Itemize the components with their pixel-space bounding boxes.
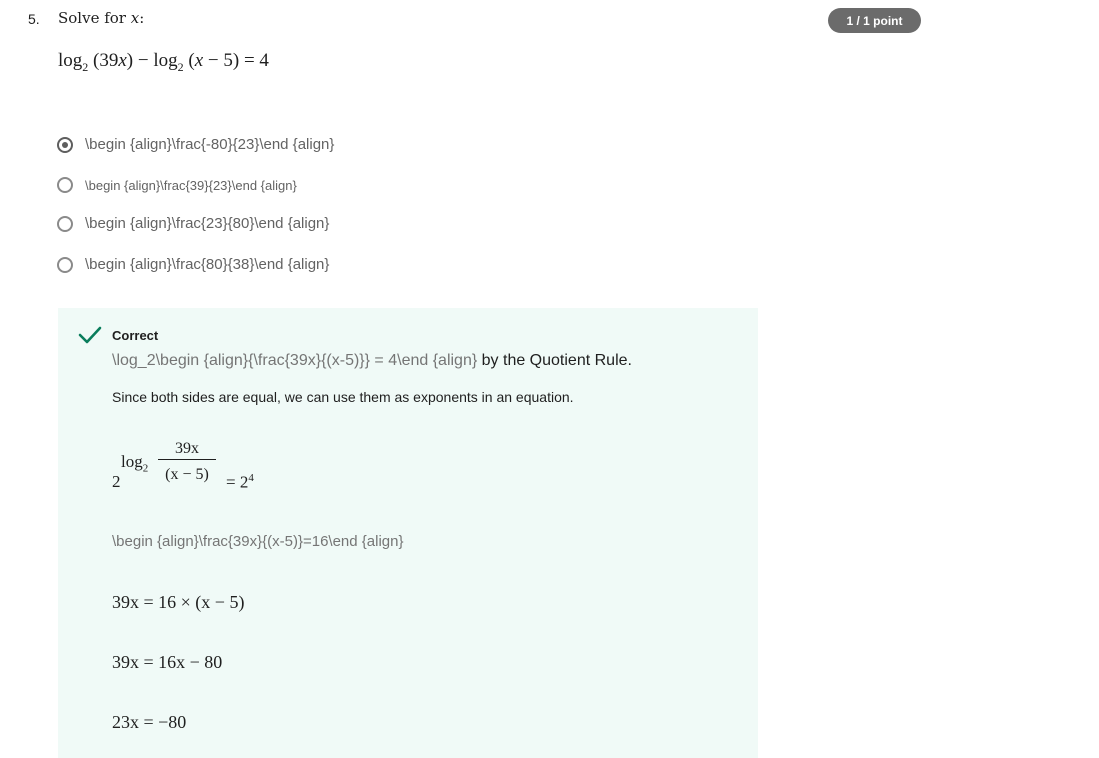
solution-step: 39x = 16 × (x − 5)	[112, 592, 245, 612]
exponent-rhs: = 24	[226, 472, 254, 493]
prompt-text: Solve for	[58, 9, 131, 27]
feedback-panel: Correct \log_2\begin {align}{\frac{39x}{…	[58, 308, 758, 758]
answer-option-label: \begin {align}\frac{-80}{23}\end {align}	[85, 136, 335, 153]
answer-option-label: \begin {align}\frac{80}{38}\end {align}	[85, 256, 330, 273]
feedback-explanation-1: \log_2\begin {align}{\frac{39x}{(x-5)}} …	[112, 352, 632, 370]
radio-button[interactable]	[57, 215, 73, 232]
question-number: 5.	[28, 11, 40, 27]
rhs-text: = 2	[226, 472, 249, 492]
eq-log-1: log	[58, 50, 83, 71]
log-base: 2	[142, 462, 149, 475]
answer-option-label: \begin {align}\frac{23}{80}\end {align}	[85, 215, 330, 232]
prompt-variable: x	[130, 9, 140, 27]
solution-step: 39x = 16x − 80	[112, 652, 223, 672]
answer-option-4[interactable]: \begin {align}\frac{80}{38}\end {align}	[57, 256, 329, 273]
rhs-exponent: 4	[248, 472, 254, 484]
radio-button[interactable]	[57, 177, 73, 193]
checkmark-icon	[78, 326, 102, 344]
radio-button[interactable]	[57, 256, 73, 273]
score-badge: 1 / 1 point	[828, 8, 921, 33]
explanation-text: by the Quotient Rule.	[477, 352, 632, 369]
answer-option-label: \begin {align}\frac{39}{23}\end {align}	[85, 177, 297, 193]
eq-log-base-1: 2	[82, 59, 89, 74]
radio-button-selected[interactable]	[57, 136, 73, 153]
fraction-denominator: (x − 5)	[165, 466, 209, 483]
eq-arg-1: (39	[93, 50, 119, 71]
prompt-colon: :	[139, 9, 145, 27]
quiz-question: 5. Solve for x: 1 / 1 point log2 (39x) −…	[0, 0, 1099, 758]
eq-arg-2-rest: − 5)	[203, 50, 240, 71]
eq-arg-1-var: x	[118, 50, 127, 71]
eq-log-base-2: 2	[177, 59, 184, 74]
log-text: log	[121, 452, 143, 471]
raw-latex: \log_2\begin {align}{\frac{39x}{(x-5)}} …	[112, 352, 478, 369]
answer-option-3[interactable]: \begin {align}\frac{23}{80}\end {align}	[57, 215, 329, 232]
feedback-explanation-2: Since both sides are equal, we can use t…	[112, 389, 574, 405]
eq-log-2: log	[153, 50, 178, 71]
exponent-equation: 2 log2 39x (x − 5) = 24	[112, 438, 312, 498]
question-equation: log2 (39x) − log2 (x − 5) = 4	[58, 50, 269, 75]
raw-latex-line: \begin {align}\frac{39x}{(x-5)}=16\end {…	[112, 533, 404, 550]
question-prompt: Solve for x:	[58, 9, 144, 27]
eq-arg-2-var: x	[194, 50, 204, 71]
eq-minus: −	[133, 50, 154, 71]
eq-rhs: = 4	[239, 50, 269, 71]
solution-step: 23x = −80	[112, 712, 187, 732]
fraction-numerator: 39x	[158, 440, 216, 460]
answer-option-1[interactable]: \begin {align}\frac{-80}{23}\end {align}	[57, 136, 334, 153]
exponent-log: log2	[121, 452, 148, 474]
exponent-base: 2	[112, 472, 121, 491]
feedback-status: Correct	[112, 328, 159, 343]
answer-option-2[interactable]: \begin {align}\frac{39}{23}\end {align}	[57, 177, 297, 193]
